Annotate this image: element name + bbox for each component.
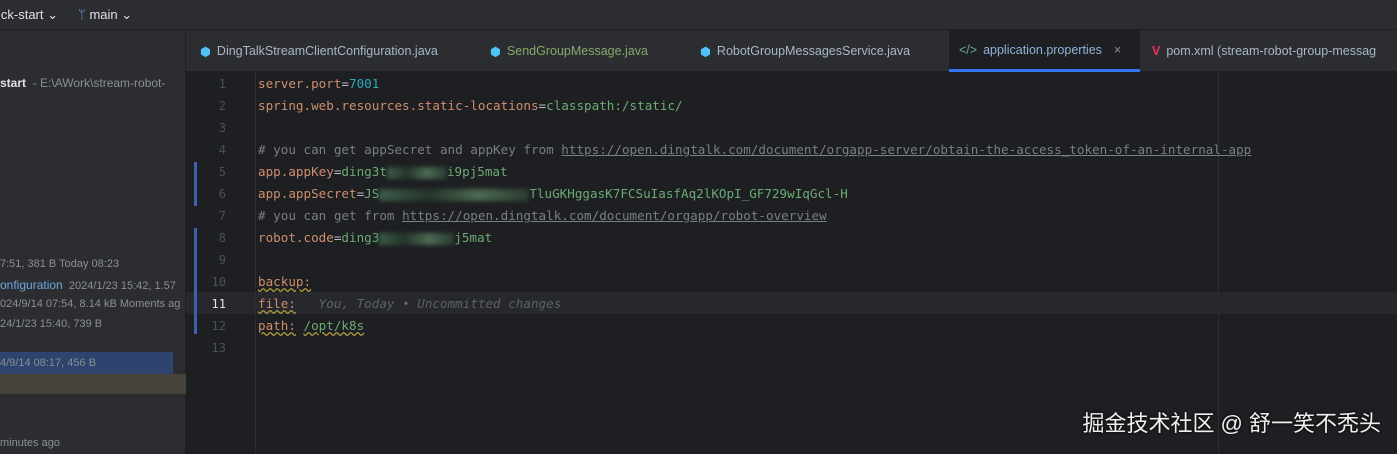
line-number: 7 xyxy=(218,209,226,223)
redacted xyxy=(386,166,447,179)
file-row[interactable]: onfiguration 2024/1/23 15:42, 1.57 xyxy=(0,278,176,292)
line-number: 5 xyxy=(218,165,226,179)
code-line: path: /opt/k8s xyxy=(258,318,365,333)
git-blame-annotation: You, Today • Uncommitted changes xyxy=(318,296,562,311)
code-line: server.port=7001 xyxy=(258,76,380,91)
tab-application-properties[interactable]: </> application.properties × xyxy=(949,30,1140,72)
project-sidebar: start - E:\AWork\stream-robot- 7:51, 381… xyxy=(0,30,186,454)
tab-pom-xml[interactable]: Vpom.xml (stream-robot-group-messag xyxy=(1152,30,1376,72)
code-line: file: You, Today • Uncommitted changes xyxy=(258,296,562,311)
watermark: 掘金技术社区 @ 舒一笑不秃头 xyxy=(1082,411,1381,436)
line-number: 8 xyxy=(218,231,226,245)
properties-icon: </> xyxy=(959,42,978,57)
code-line: app.appSecret=JS TluGKHggasK7FCSuIasfAq2l… xyxy=(258,186,848,201)
line-number: 13 xyxy=(211,341,226,355)
line-number: 4 xyxy=(218,143,226,157)
link[interactable]: https://open.dingtalk.com/document/orgap… xyxy=(561,142,1251,157)
branch-icon: ᛘ xyxy=(78,6,86,22)
code-line: backup: xyxy=(258,274,312,289)
file-row[interactable]: 024/9/14 07:54, 8.14 kB Moments ag xyxy=(0,298,180,310)
code-line: # you can get from https://open.dingtalk… xyxy=(258,208,827,223)
line-number: 3 xyxy=(218,121,226,135)
code-editor[interactable]: 1 2 3 4 5 6 7 8 9 10 11 12 13 server.port=7001 sprin… xyxy=(186,72,1397,454)
file-row[interactable]: minutes ago xyxy=(0,437,60,449)
tab-dingtalk-config[interactable]: ⬢ DingTalkStreamClientConfiguration.java xyxy=(200,30,438,72)
branch-selector[interactable]: ᛘ main ⌄ xyxy=(78,7,132,23)
line-number: 2 xyxy=(218,99,226,113)
top-bar: ick-start ⌄ ᛘ main ⌄ xyxy=(0,0,1397,30)
file-row-selected[interactable]: 4/9/14 08:17, 456 B xyxy=(0,352,173,374)
tab-robot-service[interactable]: ⬢ RobotGroupMessagesService.java xyxy=(700,30,910,72)
line-number: 10 xyxy=(211,275,226,289)
redacted xyxy=(379,188,530,201)
file-row[interactable] xyxy=(0,374,186,394)
code-line: spring.web.resources.static-locations=cl… xyxy=(258,98,683,113)
file-row[interactable]: 7:51, 381 B Today 08:23 xyxy=(0,258,119,270)
project-selector[interactable]: ick-start ⌄ xyxy=(0,7,58,23)
line-number: 12 xyxy=(211,319,226,333)
java-class-icon: ⬢ xyxy=(490,44,501,59)
maven-icon: V xyxy=(1152,44,1161,58)
code-line: app.appKey=ding3t i9pj5mat xyxy=(258,164,508,179)
line-number: 11 xyxy=(211,297,226,311)
code-line: # you can get appSecret and appKey from … xyxy=(258,142,1252,157)
link[interactable]: https://open.dingtalk.com/document/orgap… xyxy=(402,208,827,223)
java-class-icon: ⬢ xyxy=(200,44,211,59)
right-margin-guide xyxy=(1218,72,1219,454)
line-number: 9 xyxy=(218,253,226,267)
redacted xyxy=(379,232,455,245)
file-row[interactable]: 24/1/23 15:40, 739 B xyxy=(0,318,102,330)
line-number: 6 xyxy=(218,187,226,201)
java-class-icon: ⬢ xyxy=(700,44,711,59)
code-line: robot.code=ding3 j5mat xyxy=(258,230,493,245)
close-icon[interactable]: × xyxy=(1114,43,1121,57)
tab-send-group-message[interactable]: ⬢ SendGroupMessage.java xyxy=(490,30,648,72)
editor-tabs: ⬢ DingTalkStreamClientConfiguration.java … xyxy=(186,30,1397,72)
line-number: 1 xyxy=(218,77,226,91)
project-root[interactable]: start - E:\AWork\stream-robot- xyxy=(0,76,165,90)
